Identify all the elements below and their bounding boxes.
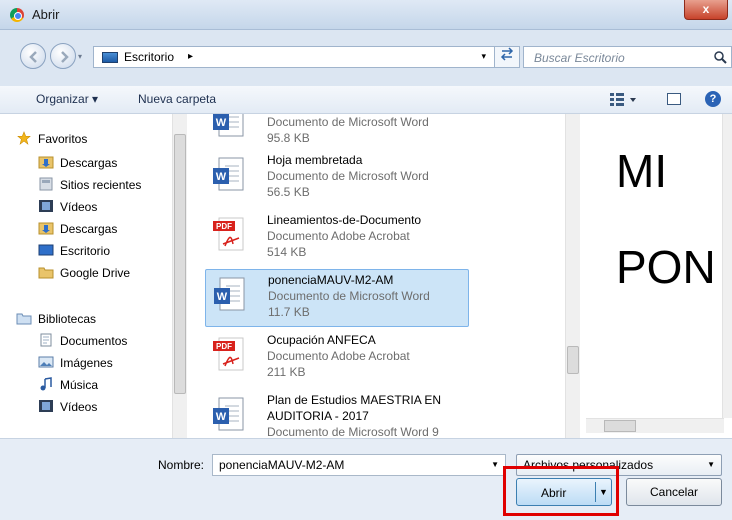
navigation-pane: Favoritos Descargas Sitios recientes Víd… xyxy=(0,114,187,438)
file-name-field[interactable]: ponenciaMAUV-M2-AM ▼ xyxy=(212,454,506,476)
help-icon[interactable]: ? xyxy=(705,91,721,107)
window-title: Abrir xyxy=(32,7,60,22)
preview-horizontal-scrollbar[interactable] xyxy=(586,418,724,433)
preview-line-2: PON xyxy=(616,241,716,293)
svg-text:PDF: PDF xyxy=(216,342,232,351)
close-button[interactable]: x xyxy=(684,0,728,20)
sidebar-scrollbar[interactable] xyxy=(172,114,187,438)
desktop-icon xyxy=(102,52,118,63)
recent-locations-dropdown[interactable]: ▾ xyxy=(78,52,82,61)
file-item[interactable]: W Hoja membretada Documento de Microsoft… xyxy=(205,150,469,208)
chevron-down-icon[interactable]: ▼ xyxy=(491,460,499,469)
back-arrow-icon xyxy=(29,51,37,63)
videos-icon xyxy=(39,200,53,212)
cancel-button[interactable]: Cancelar xyxy=(626,478,722,506)
new-folder-button[interactable]: Nueva carpeta xyxy=(138,92,216,106)
address-row: ▾ Escritorio ▸ ▾ Buscar Escritorio xyxy=(0,30,732,86)
file-item-selected[interactable]: W ponenciaMAUV-M2-AM Documento de Micros… xyxy=(205,269,469,327)
preview-pane: MI PON xyxy=(586,114,724,418)
svg-text:W: W xyxy=(217,291,228,303)
title-bar: Abrir x xyxy=(0,0,732,30)
refresh-icon xyxy=(500,47,514,61)
preview-vertical-scrollbar[interactable] xyxy=(722,114,732,418)
downloads-folder-icon xyxy=(38,156,54,169)
recent-places-icon xyxy=(39,177,53,191)
file-item[interactable]: W Plan de Estudios MAESTRIA EN AUDITORIA… xyxy=(205,390,469,438)
search-icon[interactable] xyxy=(713,50,727,64)
dialog-footer: Nombre: ponenciaMAUV-M2-AM ▼ Archivos pe… xyxy=(0,438,732,520)
refresh-button[interactable] xyxy=(494,46,520,68)
desktop-icon xyxy=(38,244,54,256)
preview-line-1: MI xyxy=(616,145,668,197)
command-bar: Organizar ▾ Nueva carpeta ? xyxy=(0,86,732,114)
word-document-icon: W xyxy=(214,277,245,311)
file-list-scroll-thumb[interactable] xyxy=(567,346,579,374)
address-dropdown[interactable]: ▾ xyxy=(481,51,486,62)
address-bar[interactable]: Escritorio ▸ ▾ xyxy=(93,46,517,68)
libraries-icon xyxy=(16,313,32,325)
preview-pane-icon[interactable] xyxy=(667,93,681,105)
sidebar-scroll-thumb[interactable] xyxy=(174,134,186,394)
star-icon xyxy=(17,131,31,145)
music-icon xyxy=(40,377,52,391)
svg-text:W: W xyxy=(216,117,227,129)
open-button-label[interactable]: Abrir xyxy=(541,486,566,500)
svg-text:W: W xyxy=(216,411,227,423)
word-document-icon: W xyxy=(213,157,244,191)
word-document-icon: W xyxy=(213,114,244,137)
breadcrumb-arrow-icon[interactable]: ▸ xyxy=(188,51,193,62)
file-name-value[interactable]: ponenciaMAUV-M2-AM xyxy=(219,458,344,472)
open-options-dropdown[interactable]: ▼ xyxy=(599,487,608,497)
split-divider xyxy=(595,482,596,502)
forward-button[interactable] xyxy=(50,43,76,69)
file-list: W Documento de Microsoft Word 95.8 KB W … xyxy=(195,114,585,438)
open-button[interactable]: Abrir ▼ xyxy=(516,478,612,506)
forward-arrow-icon xyxy=(61,51,69,63)
pdf-document-icon: PDF xyxy=(213,337,244,371)
downloads-folder-icon xyxy=(38,222,54,235)
videos-icon xyxy=(39,400,53,412)
organize-menu[interactable]: Organizar ▾ xyxy=(36,92,98,106)
preview-scroll-thumb[interactable] xyxy=(604,420,636,432)
svg-text:PDF: PDF xyxy=(216,222,232,231)
documents-icon xyxy=(40,333,52,347)
search-box[interactable]: Buscar Escritorio xyxy=(523,46,732,68)
file-item[interactable]: PDF Lineamientos-de-Documento Documento … xyxy=(205,210,469,268)
chrome-icon xyxy=(10,8,24,22)
file-item[interactable]: PDF Ocupación ANFECA Documento Adobe Acr… xyxy=(205,330,469,388)
folder-icon xyxy=(38,267,54,279)
pdf-document-icon: PDF xyxy=(213,217,244,251)
search-input[interactable]: Buscar Escritorio xyxy=(534,51,625,65)
back-button[interactable] xyxy=(20,43,46,69)
file-list-scrollbar[interactable] xyxy=(565,114,580,438)
chevron-down-icon[interactable]: ▼ xyxy=(707,460,715,469)
file-item[interactable]: W Documento de Microsoft Word 95.8 KB xyxy=(205,114,469,154)
address-location[interactable]: Escritorio xyxy=(124,50,174,64)
change-view-icon[interactable] xyxy=(610,93,640,107)
svg-text:W: W xyxy=(216,171,227,183)
word-document-icon: W xyxy=(213,397,244,431)
file-name-label: Nombre: xyxy=(158,458,205,472)
pictures-icon xyxy=(38,356,54,368)
